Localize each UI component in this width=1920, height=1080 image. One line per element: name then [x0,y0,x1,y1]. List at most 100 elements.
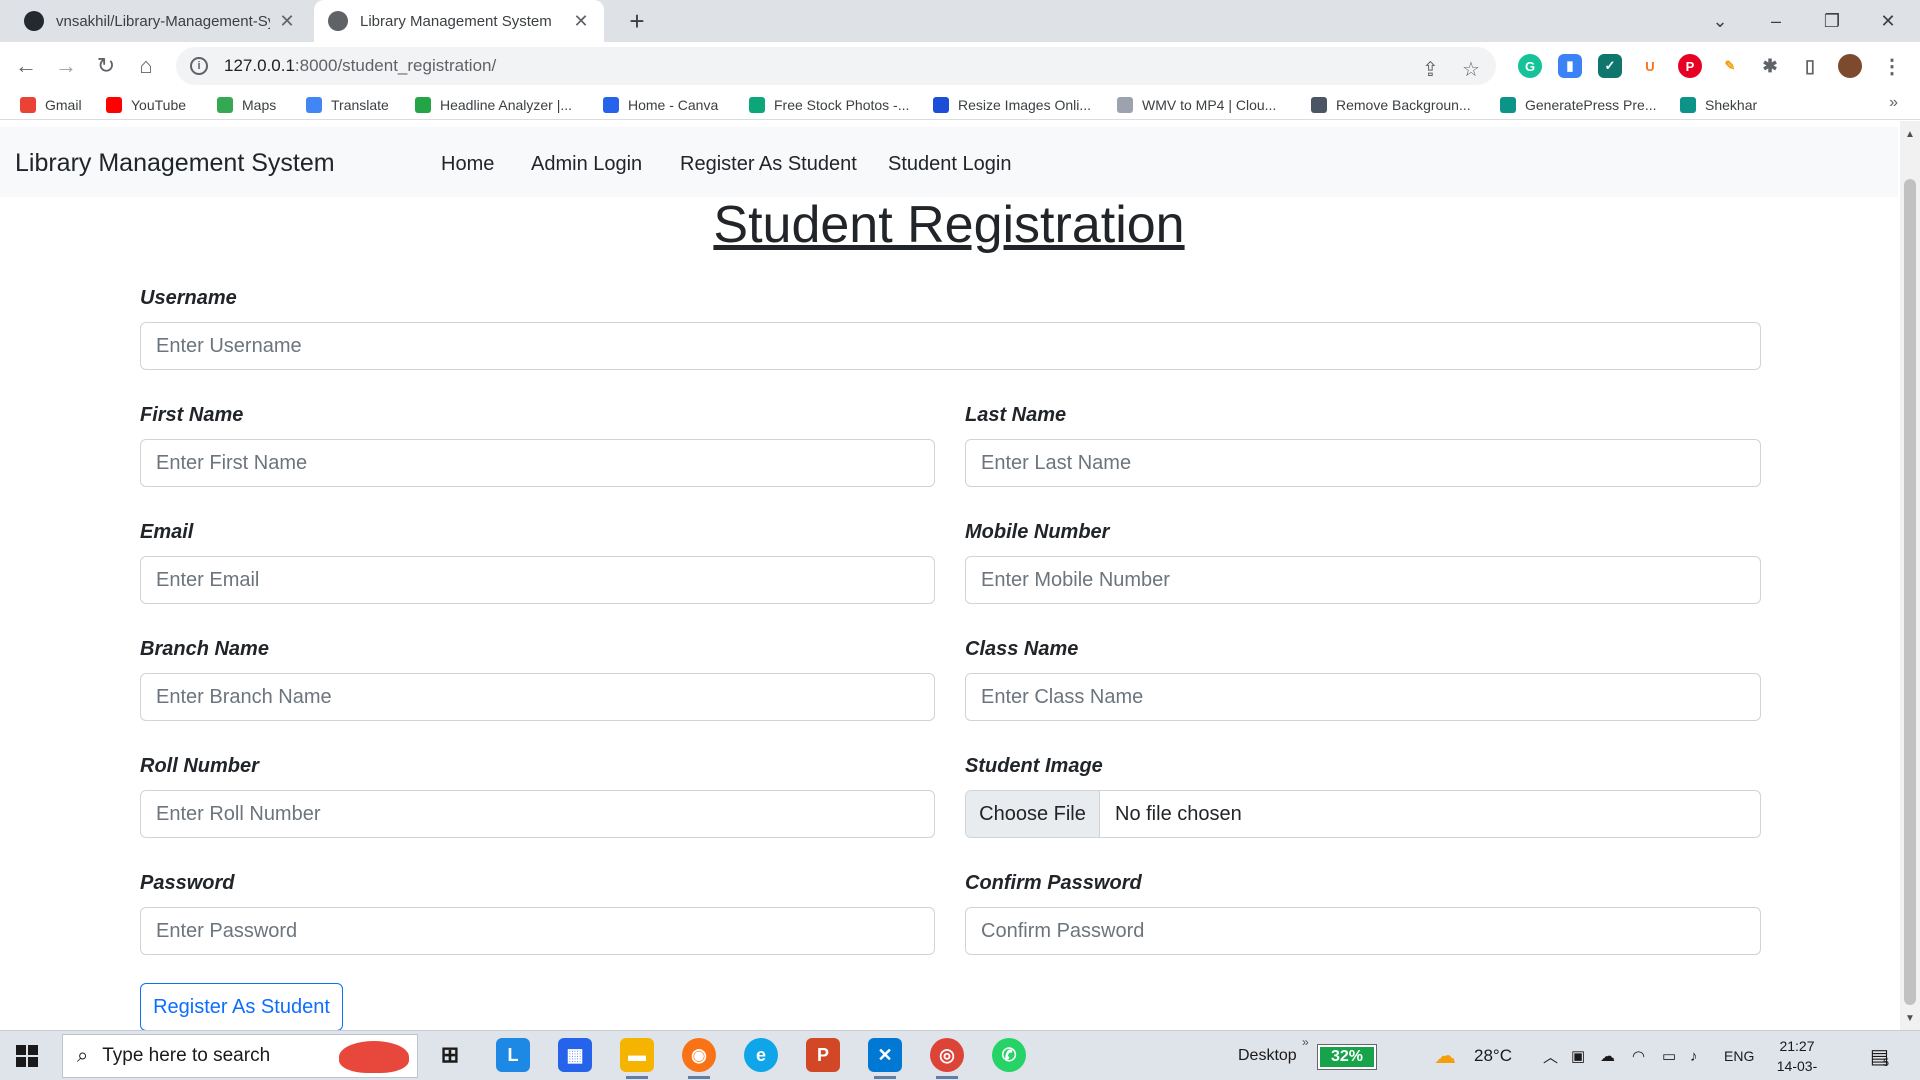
language-indicator[interactable]: ENG [1724,1031,1754,1080]
profile-avatar[interactable] [1838,54,1862,78]
student-image-file-input[interactable]: Choose File No file chosen [965,790,1761,838]
last-name-input[interactable] [965,439,1761,487]
bookmark-stock-photos[interactable]: Free Stock Photos -... [749,94,909,116]
bookmark-resize-images[interactable]: Resize Images Onli... [933,94,1091,116]
class-input[interactable] [965,673,1761,721]
bookmark-wmv-mp4[interactable]: WMV to MP4 | Clou... [1117,94,1276,116]
bookmark-translate[interactable]: Translate [306,94,389,116]
class-label: Class Name [965,638,1079,660]
extension-check-icon[interactable]: ✓ [1598,54,1622,78]
vscode-icon[interactable]: ✕ [868,1038,902,1079]
reload-icon[interactable]: ↻ [90,50,122,82]
toolbar-chevron-icon[interactable]: » [1302,1017,1309,1067]
weather-icon[interactable]: ☁ [1434,1031,1456,1080]
branch-label: Branch Name [140,638,269,660]
extensions-puzzle-icon[interactable]: ✱ [1758,54,1782,78]
bookmark-headline-analyzer[interactable]: Headline Analyzer |... [415,94,572,116]
nav-admin-login[interactable]: Admin Login [531,153,642,176]
site-info-icon[interactable]: i [190,57,208,75]
battery-tray-icon[interactable]: ▭ [1662,1031,1676,1080]
lenovo-vantage-icon[interactable]: L [496,1038,530,1072]
menu-kebab-icon[interactable]: ⋮ [1880,54,1904,78]
tab-search-icon[interactable]: ⌄ [1692,0,1748,42]
home-icon[interactable]: ⌂ [130,50,162,82]
close-window-button[interactable]: ✕ [1860,0,1916,42]
forward-icon[interactable]: → [50,50,82,82]
username-input[interactable] [140,322,1761,370]
resize-icon [933,97,949,113]
address-bar[interactable]: i 127.0.0.1:8000/student_registration/ ⇪… [176,47,1496,85]
tab-github[interactable]: vnsakhil/Library-Management-Sy ✕ [10,0,310,42]
tab-library[interactable]: Library Management System ✕ [314,0,604,42]
password-input[interactable] [140,907,935,955]
battery-indicator[interactable]: 32% [1317,1044,1377,1070]
task-view-icon[interactable]: ⊞ [433,1038,467,1072]
nav-register-student[interactable]: Register As Student [680,153,857,176]
edge-icon[interactable]: e [744,1038,778,1072]
roll-label: Roll Number [140,755,259,777]
scroll-down-icon[interactable]: ▼ [1905,1013,1915,1024]
taskbar-clock[interactable]: 21:27 14-03-2023 [1762,1036,1832,1080]
file-explorer-icon[interactable]: ▬ [620,1038,654,1079]
first-name-input[interactable] [140,439,935,487]
new-tab-button[interactable]: + [622,6,652,36]
minimize-button[interactable]: – [1748,0,1804,42]
taskbar-search-box[interactable]: ⌕ Type here to search [62,1034,418,1078]
powerpoint-icon[interactable]: P [806,1038,840,1072]
cloud-icon[interactable]: ☁ [1600,1031,1615,1080]
desktop-label[interactable]: Desktop [1238,1031,1297,1080]
mobile-label: Mobile Number [965,521,1110,543]
windows-taskbar: ⌕ Type here to search ⊞ L ▦ ▬ ◉ e P ✕ ◎ … [0,1030,1920,1080]
close-tab-icon[interactable]: ✕ [572,11,590,32]
wifi-icon[interactable]: ◠ [1632,1031,1645,1080]
roll-input[interactable] [140,790,935,838]
back-icon[interactable]: ← [10,50,42,82]
scrollbar-thumb[interactable] [1904,179,1916,1005]
bookmark-star-icon[interactable]: ☆ [1462,57,1480,82]
close-tab-icon[interactable]: ✕ [278,11,296,32]
choose-file-button[interactable]: Choose File [966,791,1100,837]
chrome-icon[interactable]: ◎ [930,1038,964,1079]
extension-chart-icon[interactable]: ▮ [1558,54,1582,78]
confirm-password-label: Confirm Password [965,872,1142,894]
volume-icon[interactable]: ♪ [1690,1031,1698,1080]
tab-title: vnsakhil/Library-Management-Sy [56,12,270,30]
mobile-input[interactable] [965,556,1761,604]
nav-student-login[interactable]: Student Login [888,153,1011,176]
bookmark-remove-bg[interactable]: Remove Backgroun... [1311,94,1471,116]
bookmark-canva[interactable]: Home - Canva [603,94,718,116]
notifications-icon[interactable]: ▤ 5 [1870,1031,1889,1080]
confirm-password-input[interactable] [965,907,1761,955]
bookmark-maps[interactable]: Maps [217,94,276,116]
page-title: Student Registration [713,196,1185,254]
temperature[interactable]: 28°C [1474,1031,1512,1080]
show-hidden-icons-icon[interactable]: ︿ [1543,1031,1558,1080]
search-placeholder: Type here to search [102,1045,271,1066]
bookmark-shekhar[interactable]: Shekhar [1680,94,1757,116]
nav-home[interactable]: Home [441,153,494,176]
whatsapp-icon[interactable]: ✆ [992,1038,1026,1072]
firefox-icon[interactable]: ◉ [682,1038,716,1079]
bookmark-generatepress[interactable]: GeneratePress Pre... [1500,94,1657,116]
microsoft-store-icon[interactable]: ▦ [558,1038,592,1072]
pinterest-icon[interactable]: P [1678,54,1702,78]
register-button[interactable]: Register As Student [140,983,343,1030]
color-picker-icon[interactable]: ✎ [1718,54,1742,78]
branch-input[interactable] [140,673,935,721]
scroll-up-icon[interactable]: ▲ [1905,129,1915,140]
page-scrollbar[interactable]: ▲ ▼ [1900,121,1920,1030]
cloudconvert-icon [1117,97,1133,113]
restore-button[interactable]: ❐ [1804,0,1860,42]
bookmark-gmail[interactable]: Gmail [20,94,82,116]
bookmark-youtube[interactable]: YouTube [106,94,186,116]
email-input[interactable] [140,556,935,604]
clock-time: 21:27 [1779,1038,1815,1054]
share-icon[interactable]: ⇪ [1422,57,1439,82]
ublock-icon[interactable]: U [1638,54,1662,78]
site-brand[interactable]: Library Management System [15,149,335,178]
windows-start-icon[interactable] [16,1045,38,1067]
more-bookmarks-icon[interactable]: » [1889,94,1898,112]
device-icon[interactable]: ▣ [1571,1031,1585,1080]
side-panel-icon[interactable]: ▯ [1798,54,1822,78]
grammarly-icon[interactable]: G [1518,54,1542,78]
